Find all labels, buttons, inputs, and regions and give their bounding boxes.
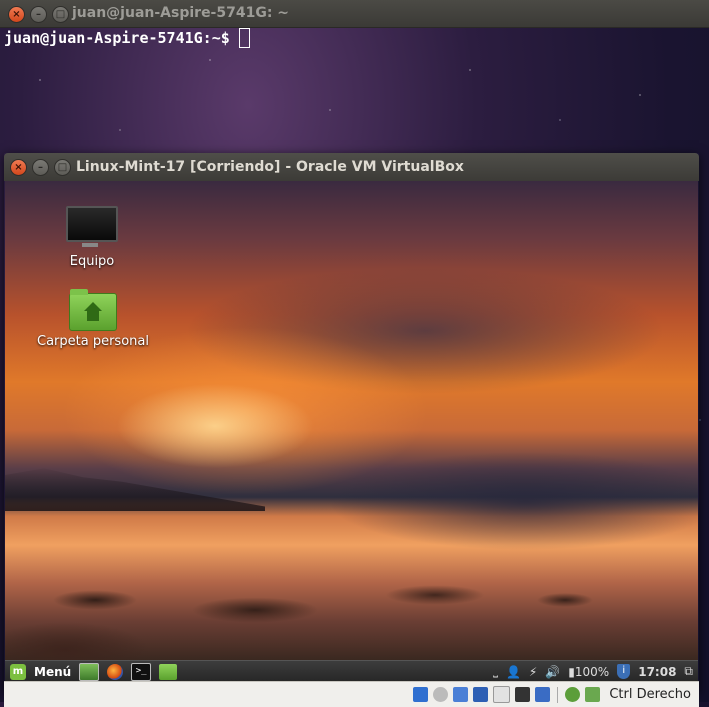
vbox-maximize-button[interactable]: □ — [54, 159, 71, 176]
shore-rocks — [5, 540, 698, 660]
home-folder-icon — [69, 289, 117, 331]
audio-icon[interactable] — [453, 687, 469, 702]
network-adapter-icon[interactable] — [473, 687, 489, 702]
terminal-maximize-button[interactable]: □ — [52, 6, 69, 23]
guest-desktop[interactable]: Equipo Carpeta personal — [5, 181, 698, 660]
usb-icon[interactable] — [515, 687, 531, 702]
desktop-icon-carpeta-personal[interactable]: Carpeta personal — [31, 289, 155, 349]
vbox-minimize-button[interactable]: – — [32, 159, 49, 176]
vbox-title: Linux-Mint-17 [Corriendo] - Oracle VM Vi… — [76, 159, 464, 175]
host-key-label: Ctrl Derecho — [609, 687, 691, 702]
battery-level: 100% — [574, 664, 610, 679]
terminal-close-button[interactable]: × — [8, 6, 25, 23]
terminal-prompt: juan@juan-Aspire-5741G:~$ — [4, 29, 230, 47]
keyboard-icon[interactable]: ⎵ — [493, 664, 498, 679]
terminal-minimize-button[interactable]: – — [30, 6, 47, 23]
files-launcher-icon[interactable] — [159, 663, 178, 680]
treeline-silhouette — [5, 468, 265, 511]
menu-button[interactable]: Menú — [34, 665, 71, 679]
show-desktop-icon[interactable] — [79, 662, 100, 681]
desktop-icon-label: Carpeta personal — [37, 334, 149, 349]
terminal-prompt-line[interactable]: juan@juan-Aspire-5741G:~$ — [4, 28, 250, 48]
desktop-icon-label: Equipo — [69, 254, 115, 269]
desktop-icon-equipo[interactable]: Equipo — [57, 206, 127, 269]
update-manager-icon[interactable]: i — [617, 664, 631, 679]
vbox-close-button[interactable]: × — [10, 159, 27, 176]
hard-disk-icon[interactable] — [413, 687, 429, 702]
terminal-title: juan@juan-Aspire-5741G: ~ — [72, 5, 290, 21]
mint-logo-icon[interactable]: m — [10, 663, 26, 680]
workspace-icon[interactable]: ⧉ — [684, 664, 693, 679]
terminal-launcher-icon[interactable]: >_ — [131, 662, 152, 681]
terminal-cursor — [238, 28, 250, 48]
computer-icon — [66, 206, 118, 247]
mouse-integration-icon[interactable] — [565, 687, 581, 702]
clock[interactable]: 17:08 — [638, 665, 676, 679]
video-capture-icon[interactable] — [535, 687, 551, 702]
volume-icon[interactable]: 🔊 — [545, 665, 560, 679]
optical-drive-icon[interactable] — [433, 687, 449, 702]
vbox-statusbar: Ctrl Derecho — [4, 681, 699, 707]
network-icon[interactable]: ⚡ — [529, 665, 537, 679]
virtualbox-window: × – □ Linux-Mint-17 [Corriendo] - Oracle… — [4, 153, 699, 707]
statusbar-divider — [557, 686, 559, 703]
terminal-titlebar[interactable]: × – □ juan@juan-Aspire-5741G: ~ — [0, 0, 709, 28]
firefox-icon[interactable] — [107, 663, 124, 680]
guest-panel: m Menú >_ ⎵ 👤 ⚡ 🔊 ▮100% i 17:08 ⧉ — [5, 660, 698, 682]
vbox-titlebar[interactable]: × – □ Linux-Mint-17 [Corriendo] - Oracle… — [4, 153, 699, 181]
user-icon[interactable]: 👤 — [506, 665, 521, 679]
shared-folders-icon[interactable] — [493, 686, 511, 703]
battery-icon[interactable]: ▮100% — [568, 665, 609, 679]
host-key-icon[interactable] — [585, 687, 601, 702]
